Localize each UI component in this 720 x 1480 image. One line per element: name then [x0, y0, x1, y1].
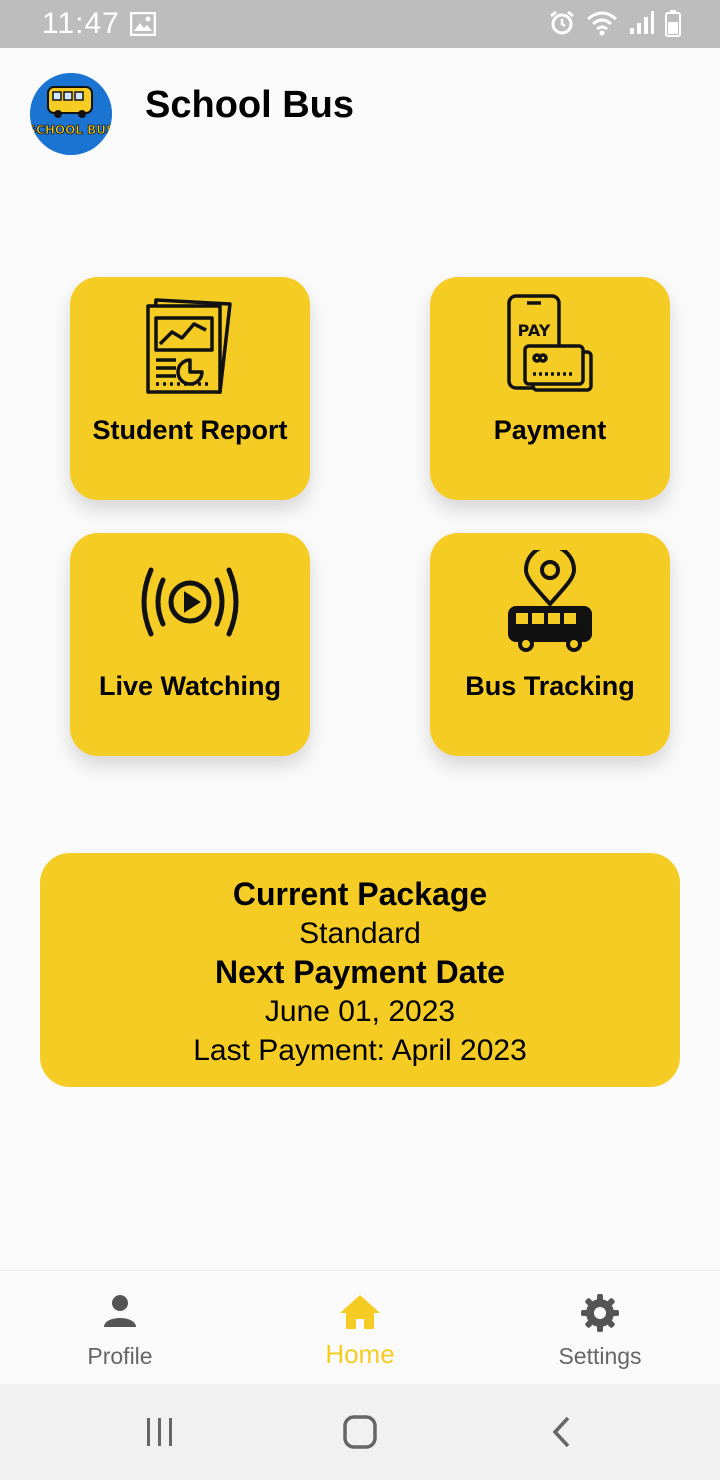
bus-tracking-label: Bus Tracking: [465, 671, 635, 701]
gear-icon: [500, 1293, 700, 1333]
bus-location-icon: [430, 547, 670, 657]
back-button[interactable]: [532, 1404, 592, 1460]
next-payment-value: June 01, 2023: [264, 995, 456, 1028]
battery-icon: [664, 9, 682, 42]
live-stream-icon: [70, 547, 310, 657]
status-bar: 11:47: [0, 0, 720, 48]
nav-settings-label: Settings: [558, 1343, 642, 1369]
current-package-heading: Current Package: [232, 876, 488, 912]
recent-apps-icon: [147, 1418, 172, 1446]
recent-apps-button[interactable]: [130, 1404, 190, 1460]
status-time: 11:47: [42, 7, 120, 40]
live-watching-label: Live Watching: [98, 671, 281, 701]
gallery-notification-icon: [129, 11, 157, 41]
last-payment-text: Last Payment: April 2023: [193, 1034, 527, 1067]
bottom-nav: Profile Home Settings: [0, 1270, 720, 1384]
nav-home[interactable]: Home: [260, 1271, 460, 1385]
status-icons: [548, 9, 682, 42]
alarm-icon: [548, 9, 576, 42]
app-header: SCHOOL BUS School Bus: [0, 48, 720, 168]
signal-icon: [628, 10, 654, 41]
home-square-icon: [343, 1415, 377, 1449]
pay-phone-card-icon: PAY: [430, 291, 670, 401]
person-icon: [20, 1293, 220, 1333]
system-nav-bar: [0, 1384, 720, 1480]
next-payment-heading: Next Payment Date: [215, 954, 505, 990]
student-report-label: Student Report: [92, 415, 288, 445]
payment-label: Payment: [493, 415, 607, 445]
nav-profile[interactable]: Profile: [20, 1271, 220, 1385]
home-system-button[interactable]: [330, 1404, 390, 1460]
svg-text:SCHOOL BUS: SCHOOL BUS: [30, 123, 112, 137]
live-watching-tile[interactable]: Live Watching: [70, 533, 310, 756]
student-report-tile[interactable]: Student Report: [70, 277, 310, 500]
school-bus-logo: SCHOOL BUS: [30, 73, 112, 155]
nav-settings[interactable]: Settings: [500, 1271, 700, 1385]
payment-tile[interactable]: PAY Payment: [430, 277, 670, 500]
wifi-icon: [586, 9, 618, 42]
package-card: Current Package Standard Next Payment Da…: [40, 853, 680, 1087]
back-chevron-icon: [552, 1416, 570, 1448]
bus-tracking-tile[interactable]: Bus Tracking: [430, 533, 670, 756]
svg-text:PAY: PAY: [518, 321, 551, 340]
nav-home-label: Home: [325, 1339, 395, 1369]
nav-profile-label: Profile: [87, 1343, 153, 1369]
report-chart-icon: [70, 291, 310, 401]
home-icon: [260, 1293, 460, 1333]
current-package-value: Standard: [299, 917, 421, 950]
app-title: School Bus: [145, 84, 355, 126]
